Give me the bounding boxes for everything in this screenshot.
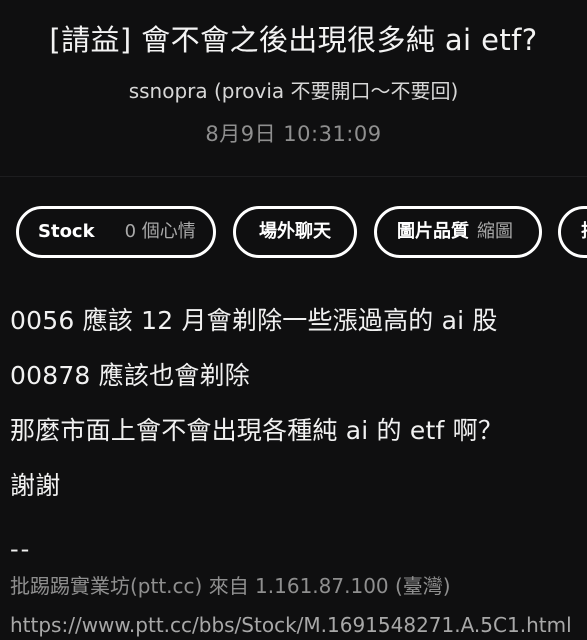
offsite-chat-label: 場外聊天	[259, 221, 331, 242]
sort-chip-partial[interactable]: 排	[558, 206, 587, 258]
post-action-chips: Stock 0 個心情 場外聊天 圖片品質 縮圖 排	[0, 206, 587, 262]
image-quality-chip[interactable]: 圖片品質 縮圖	[374, 206, 542, 258]
image-quality-value: 縮圖	[477, 221, 513, 242]
board-chip[interactable]: Stock 0 個心情	[16, 206, 216, 258]
content-line-2: 00878 應該也會剃除	[10, 361, 250, 390]
post-header: [請益] 會不會之後出現很多純 ai etf? ssnopra (provia …	[0, 0, 587, 176]
content-line-4: 謝謝	[10, 471, 61, 500]
post-url[interactable]: https://www.ptt.cc/bbs/Stock/M.169154827…	[10, 610, 572, 640]
likes-count: 0 個心情	[124, 221, 196, 242]
image-quality-label: 圖片品質	[397, 221, 469, 242]
content-line-3: 那麼市面上會不會出現各種純 ai 的 etf 啊？	[10, 416, 504, 445]
offsite-chat-chip[interactable]: 場外聊天	[233, 206, 357, 258]
signature-separator: --	[10, 535, 32, 563]
post-author[interactable]: ssnopra (provia 不要開口～不要回)	[0, 77, 587, 105]
board-name: Stock	[38, 221, 95, 242]
post-content: 0056 應該 12 月會剃除一些漲過高的 ai 股 00878 應該也會剃除 …	[10, 304, 587, 524]
post-date: 8月9日 10:31:09	[205, 122, 382, 146]
post-source: 批踢踢實業坊(ptt.cc) 來自 1.161.87.100 (臺灣)	[10, 574, 451, 598]
sort-chip-label: 排	[581, 220, 587, 244]
content-line-1: 0056 應該 12 月會剃除一些漲過高的 ai 股	[10, 306, 498, 335]
ptt-post-page: [請益] 會不會之後出現很多純 ai etf? ssnopra (provia …	[0, 0, 587, 640]
post-title: [請益] 會不會之後出現很多純 ai etf?	[49, 23, 538, 57]
header-divider	[0, 176, 587, 177]
